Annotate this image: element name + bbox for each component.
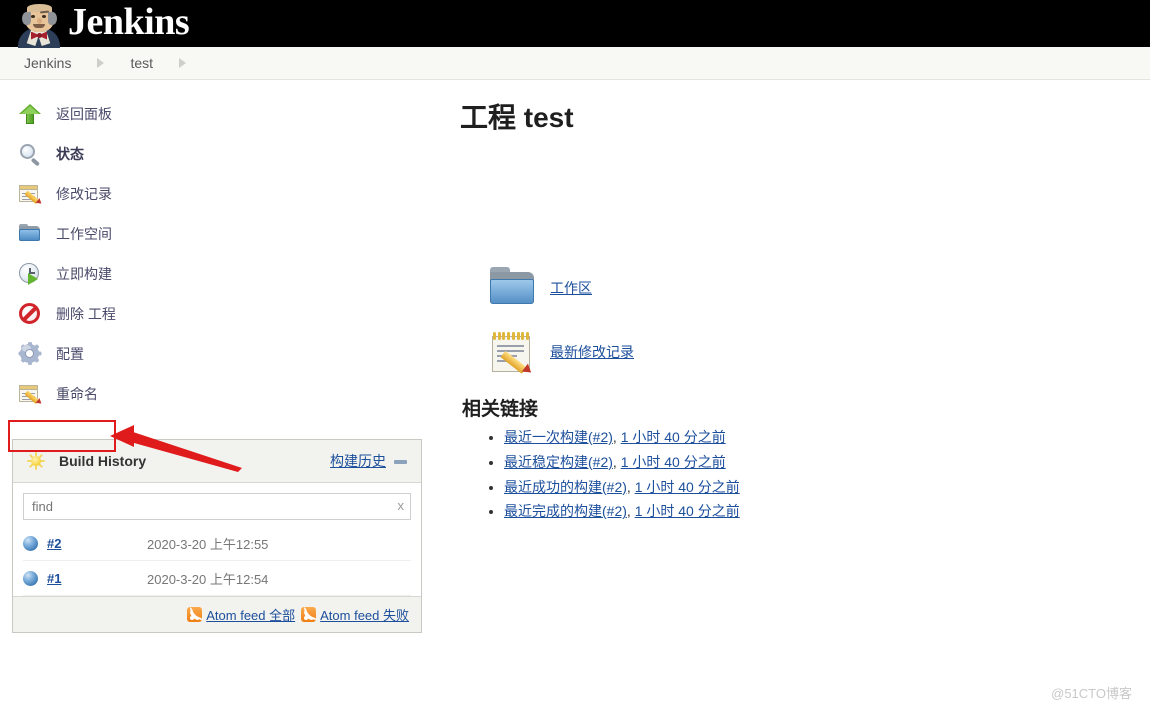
separator: , [626, 478, 635, 495]
related-build-link[interactable]: 最近完成的构建(#2) [504, 503, 627, 519]
search-input[interactable] [23, 493, 411, 520]
sidebar-item-label[interactable]: 立即构建 [56, 264, 112, 284]
folder-icon [18, 222, 42, 246]
brand-title[interactable]: Jenkins [68, 3, 190, 44]
sidebar-item-label[interactable]: 重命名 [56, 384, 98, 404]
watermark: @51CTO博客 [1051, 686, 1132, 701]
list-item: 最近稳定构建(#2), 1 小时 40 分之前 [504, 454, 1150, 471]
notepad-pencil-icon [18, 382, 44, 406]
separator: , [612, 429, 621, 445]
sidebar-item-status[interactable]: 状态 [0, 134, 452, 174]
jump-link-label[interactable]: 最新修改记录 [550, 342, 634, 362]
sidebar-item-workspace[interactable]: 工作空间 [0, 214, 452, 254]
sidebar-item-changes[interactable]: 修改记录 [0, 174, 452, 214]
sidebar-item-label[interactable]: 状态 [56, 144, 84, 164]
build-number-link[interactable]: #1 [47, 571, 147, 586]
related-age-link[interactable]: 1 小时 40 分之前 [635, 503, 740, 519]
build-history-body: x #2 2020-3-20 上午12:55 #1 2020-3-20 上午12… [13, 483, 421, 596]
jump-item-workspace[interactable]: 工作区 [460, 264, 1150, 312]
chevron-right-icon [179, 58, 187, 68]
notepad-large-icon [488, 328, 536, 377]
jump-list: 工作区 最新修改记录 [460, 264, 1150, 377]
build-history-header: Build History 构建历史 [13, 440, 421, 483]
main-content: 工程 test 工作区 最新修改记录 相关链接 • 最近一次构建(#2), 1 … [452, 80, 1150, 528]
related-links-title: 相关链接 [462, 399, 539, 420]
rss-icon [301, 606, 317, 622]
separator: , [612, 453, 621, 470]
build-history-footer: Atom feed 全部 Atom feed 失败 [13, 596, 421, 632]
sidebar-item-label[interactable]: 删除 工程 [56, 304, 116, 324]
related-build-link[interactable]: 最近一次构建(#2) [504, 429, 613, 445]
sidebar-item-back-to-dashboard[interactable]: 返回面板 [0, 94, 452, 134]
gear-icon [18, 342, 42, 366]
minus-icon[interactable] [394, 455, 407, 468]
separator: , [626, 503, 635, 520]
sun-icon [27, 452, 45, 470]
list-item: 最近成功的构建(#2), 1 小时 40 分之前 [504, 479, 1150, 496]
related-build-link[interactable]: 最近稳定构建(#2) [504, 454, 613, 470]
jump-item-recent-changes[interactable]: 最新修改记录 [460, 328, 1150, 377]
build-row[interactable]: #2 2020-3-20 上午12:55 [23, 526, 411, 561]
up-arrow-icon [18, 102, 42, 126]
atom-feed-failed-label[interactable]: Atom feed 失败 [320, 605, 409, 624]
page-title: 工程 test [460, 102, 574, 133]
jenkins-butler-icon[interactable] [16, 2, 62, 48]
related-links-list: 最近一次构建(#2), 1 小时 40 分之前 最近稳定构建(#2), 1 小时… [460, 429, 1150, 520]
related-age-link[interactable]: 1 小时 40 分之前 [635, 479, 740, 495]
notepad-pencil-icon [18, 182, 44, 206]
related-age-link[interactable]: 1 小时 40 分之前 [621, 454, 726, 470]
build-row[interactable]: #1 2020-3-20 上午12:54 [23, 561, 411, 596]
build-number-link[interactable]: #2 [47, 536, 147, 551]
sidebar-item-configure[interactable]: 配置 [0, 334, 452, 374]
list-item: 最近一次构建(#2), 1 小时 40 分之前 [504, 429, 1150, 446]
folder-large-icon [488, 264, 536, 312]
app-header: Jenkins [0, 0, 1150, 48]
build-history-panel: Build History 构建历史 x #2 2020-3-20 上午12:5… [12, 439, 422, 633]
sidebar-item-build-now[interactable]: 立即构建 [0, 254, 452, 294]
blue-ball-icon [23, 535, 38, 551]
build-history-title: Build History [59, 453, 147, 469]
breadcrumb-item-jenkins[interactable]: Jenkins [20, 55, 75, 71]
sidebar-item-label[interactable]: 返回面板 [56, 104, 112, 124]
sidebar: 返回面板 状态 修改记录 工作空间 立即构建 删除 工程 配置 重命名 Buil… [0, 80, 452, 633]
list-item: 最近完成的构建(#2), 1 小时 40 分之前 [504, 503, 1150, 520]
related-age-link[interactable]: 1 小时 40 分之前 [621, 429, 726, 445]
blue-ball-icon [23, 570, 38, 586]
rss-icon [187, 606, 203, 622]
search-icon [18, 142, 42, 167]
jump-link-label[interactable]: 工作区 [550, 278, 592, 298]
sidebar-item-label[interactable]: 配置 [56, 344, 84, 364]
chevron-right-icon [97, 58, 105, 68]
sidebar-item-delete-project[interactable]: 删除 工程 [0, 294, 452, 334]
atom-feed-all-label[interactable]: Atom feed 全部 [206, 605, 295, 624]
build-history-cn-link[interactable]: 构建历史 [330, 451, 386, 471]
delete-deny-icon [18, 302, 42, 326]
clear-icon[interactable]: x [398, 498, 405, 513]
find-row: x [23, 493, 411, 520]
build-clock-icon [18, 262, 42, 286]
atom-feed-all[interactable]: Atom feed 全部 [187, 605, 295, 624]
sidebar-item-rename[interactable]: 重命名 [0, 374, 452, 414]
sidebar-item-label[interactable]: 修改记录 [56, 184, 112, 204]
related-build-link[interactable]: 最近成功的构建(#2) [504, 479, 627, 495]
sidebar-item-label[interactable]: 工作空间 [56, 224, 112, 244]
build-timestamp: 2020-3-20 上午12:54 [147, 571, 269, 587]
breadcrumb-item-test[interactable]: test [126, 55, 157, 71]
build-timestamp: 2020-3-20 上午12:55 [147, 536, 269, 552]
atom-feed-failed[interactable]: Atom feed 失败 [301, 605, 409, 624]
breadcrumb: Jenkins test [0, 47, 1150, 80]
